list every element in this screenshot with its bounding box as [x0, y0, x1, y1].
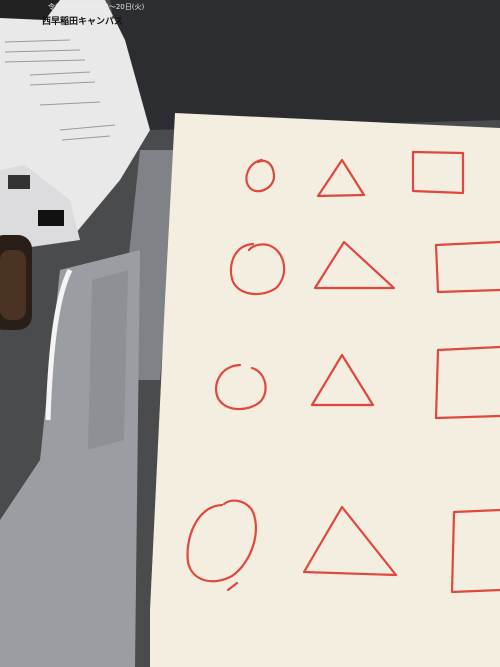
speaker-grille: [88, 270, 128, 450]
flyer-campus-line: 西早稲田キャンパス: [42, 17, 124, 27]
scene-svg: [0, 0, 500, 667]
laptop-screen: [110, 0, 500, 130]
flyer-stamp: [38, 210, 64, 226]
photo-scene: 令和年3月17日(土)〜20日(火) 西早稲田キャンパス: [0, 0, 500, 667]
flyer-logo-mark: [8, 175, 30, 189]
flyer-date-line: 令和年3月17日(土)〜20日(火): [48, 3, 145, 11]
leather-item-highlight: [0, 250, 26, 320]
